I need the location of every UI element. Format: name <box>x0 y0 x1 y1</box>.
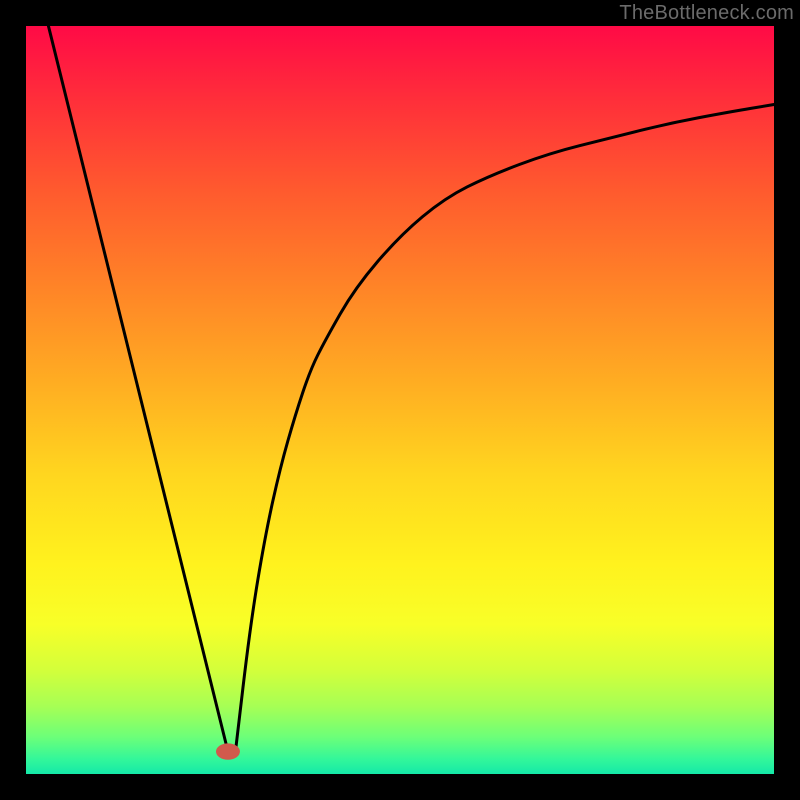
chart-svg <box>0 0 800 800</box>
minimum-marker <box>216 743 240 759</box>
chart-container: TheBottleneck.com <box>0 0 800 800</box>
watermark-text: TheBottleneck.com <box>619 2 794 25</box>
plot-background <box>26 26 774 774</box>
